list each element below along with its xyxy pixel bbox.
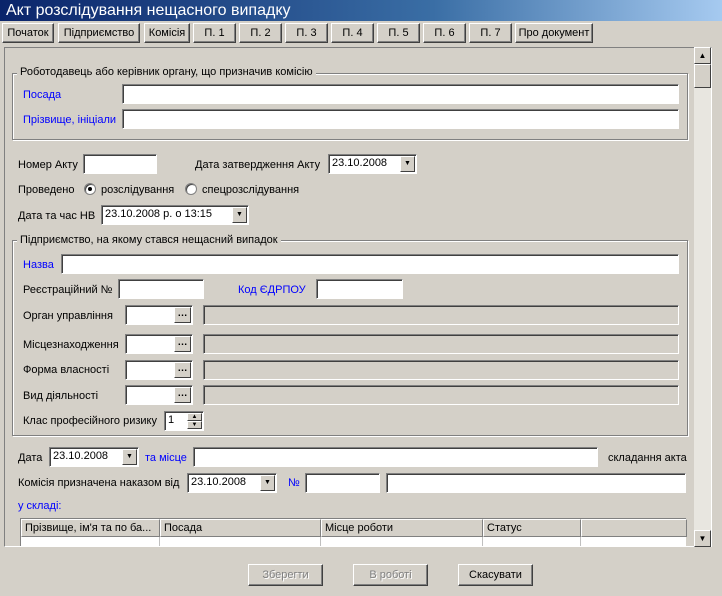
edrpou-label: Код ЄДРПОУ	[238, 284, 306, 296]
chevron-down-icon[interactable]: ▼	[260, 475, 275, 491]
tab-about-document[interactable]: Про документ	[515, 23, 593, 43]
tab-p3[interactable]: П. 3	[285, 23, 328, 43]
edrpou-input[interactable]	[316, 279, 403, 299]
location-label: Місцезнаходження	[23, 339, 119, 351]
members-label: у складі:	[18, 500, 62, 512]
risk-class-value: 1	[168, 414, 175, 426]
ownership-label: Форма власності	[23, 364, 110, 376]
tab-p4[interactable]: П. 4	[331, 23, 374, 43]
reg-number-input[interactable]	[118, 279, 204, 299]
scroll-up-icon[interactable]: ▲	[694, 47, 711, 64]
ownership-code[interactable]: …	[125, 360, 193, 380]
enterprise-legend: Підприємство, на якому стався нещасний в…	[17, 234, 281, 247]
spin-up-icon[interactable]: ▲	[187, 413, 202, 421]
activity-code[interactable]: …	[125, 385, 193, 405]
activity-name	[203, 385, 679, 405]
chevron-down-icon[interactable]: ▼	[400, 156, 415, 172]
chevron-down-icon[interactable]: ▼	[232, 207, 247, 223]
approval-date-select[interactable]: 23.10.2008 ▼	[328, 154, 417, 174]
ownership-name	[203, 360, 679, 380]
approval-date-label: Дата затвердження Акту	[195, 159, 321, 171]
compile-date-label: Дата	[18, 452, 43, 464]
column-header-status[interactable]: Статус	[483, 519, 581, 537]
accident-datetime-select[interactable]: 23.10.2008 р. о 13:15 ▼	[101, 205, 249, 225]
spin-down-icon[interactable]: ▼	[187, 421, 202, 429]
accident-datetime-label: Дата та час НВ	[18, 210, 96, 222]
location-code[interactable]: …	[125, 334, 193, 354]
compile-suffix-label: складання акта	[608, 452, 687, 464]
browse-icon[interactable]: …	[174, 336, 191, 352]
accident-datetime-value: 23.10.2008 р. о 13:15	[105, 208, 213, 220]
conducted-label: Проведено	[18, 184, 75, 196]
tab-start[interactable]: Початок	[2, 23, 54, 43]
spin-buttons[interactable]: ▲ ▼	[187, 413, 202, 429]
employer-name-input[interactable]	[122, 109, 679, 129]
vertical-scrollbar[interactable]: ▲ ▼	[694, 47, 711, 547]
column-header-name[interactable]: Прізвище, ім'я та по ба...	[21, 519, 160, 537]
column-header-empty	[581, 519, 687, 537]
enterprise-name-label: Назва	[23, 259, 54, 271]
risk-class-label: Клас професійного ризику	[23, 415, 157, 427]
location-name	[203, 334, 679, 354]
radio-investigation-label[interactable]: розслідування	[101, 183, 174, 197]
act-number-input[interactable]	[83, 154, 157, 174]
column-header-position[interactable]: Посада	[160, 519, 321, 537]
browse-icon[interactable]: …	[174, 307, 191, 323]
commission-extra-input[interactable]	[386, 473, 686, 493]
table-cell[interactable]	[21, 537, 160, 546]
tab-p2[interactable]: П. 2	[239, 23, 282, 43]
approval-date-value: 23.10.2008	[332, 157, 388, 169]
window-title: Акт розслідування нещасного випадку	[0, 0, 722, 21]
management-body-label: Орган управління	[23, 310, 113, 322]
position-label: Посада	[23, 89, 62, 101]
tab-p1[interactable]: П. 1	[193, 23, 236, 43]
chevron-down-icon[interactable]: ▼	[122, 449, 137, 465]
save-button[interactable]: Зберегти	[248, 564, 323, 586]
cancel-button[interactable]: Скасувати	[458, 564, 533, 586]
position-input[interactable]	[122, 84, 679, 104]
activity-label: Вид діяльності	[23, 390, 99, 402]
commission-order-date-value: 23.10.2008	[191, 476, 247, 488]
members-table[interactable]: Прізвище, ім'я та по ба... Посада Місце …	[20, 518, 687, 546]
browse-icon[interactable]: …	[174, 362, 191, 378]
table-cell[interactable]	[483, 537, 581, 546]
form-panel: Роботодавець або керівник органу, що при…	[4, 47, 712, 547]
tab-p5[interactable]: П. 5	[377, 23, 420, 43]
reg-number-label: Реєстраційний №	[23, 284, 113, 296]
employer-name-label: Прізвище, ініціали	[23, 114, 117, 126]
in-work-button[interactable]: В роботі	[353, 564, 428, 586]
commission-order-label: Комісія призначена наказом від	[18, 477, 180, 489]
column-header-workplace[interactable]: Місце роботи	[321, 519, 483, 537]
radio-special-investigation-label[interactable]: спецрозслідування	[202, 183, 299, 197]
table-cell[interactable]	[160, 537, 321, 546]
tab-p7[interactable]: П. 7	[469, 23, 512, 43]
risk-class-spinner[interactable]: 1 ▲ ▼	[164, 411, 204, 431]
commission-order-date-select[interactable]: 23.10.2008 ▼	[187, 473, 277, 493]
tab-commission[interactable]: Комісія	[144, 23, 190, 43]
enterprise-name-input[interactable]	[61, 254, 679, 274]
tab-p6[interactable]: П. 6	[423, 23, 466, 43]
browse-icon[interactable]: …	[174, 387, 191, 403]
employer-legend: Роботодавець або керівник органу, що при…	[17, 66, 316, 79]
management-body-code[interactable]: …	[125, 305, 193, 325]
radio-selected-dot	[88, 187, 92, 191]
compile-place-label: та місце	[145, 452, 187, 464]
commission-number-input[interactable]	[305, 473, 380, 493]
compile-place-input[interactable]	[193, 447, 598, 467]
scroll-thumb[interactable]	[694, 64, 711, 88]
radio-special-investigation[interactable]	[185, 183, 197, 195]
scroll-down-icon[interactable]: ▼	[694, 530, 711, 547]
radio-investigation[interactable]	[84, 183, 96, 195]
table-cell[interactable]	[321, 537, 483, 546]
commission-number-label: №	[288, 477, 300, 489]
compile-date-select[interactable]: 23.10.2008 ▼	[49, 447, 139, 467]
management-body-name	[203, 305, 679, 325]
tab-enterprise[interactable]: Підприємство	[58, 23, 140, 43]
act-number-label: Номер Акту	[18, 159, 78, 171]
compile-date-value: 23.10.2008	[53, 450, 109, 462]
